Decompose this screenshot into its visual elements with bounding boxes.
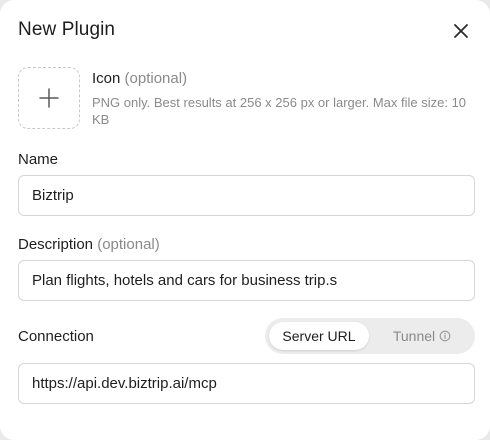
icon-optional-text: (optional) (124, 70, 188, 87)
server-url-tab-label: Server URL (282, 328, 356, 344)
tunnel-tab-label: Tunnel (392, 328, 436, 344)
connection-type-toggle: Server URL Tunnel (265, 318, 475, 354)
icon-label: Icon (optional) (92, 70, 187, 87)
server-url-input[interactable] (18, 363, 475, 404)
description-label: Description (optional) (18, 236, 160, 253)
icon-help-text: PNG only. Best results at 256 x 256 px o… (92, 95, 467, 127)
name-input[interactable] (18, 175, 475, 216)
tunnel-tab[interactable]: Tunnel (373, 322, 471, 350)
description-optional-text: (optional) (97, 236, 160, 253)
info-icon (439, 330, 451, 342)
description-label-text: Description (18, 236, 94, 253)
new-plugin-dialog: New Plugin Icon (optional) PNG only. Bes… (0, 0, 490, 440)
close-button[interactable] (450, 20, 472, 42)
plus-icon (39, 88, 59, 108)
server-url-tab[interactable]: Server URL (269, 322, 369, 350)
name-label: Name (18, 151, 59, 168)
dialog-title: New Plugin (18, 19, 116, 40)
icon-label-text: Icon (92, 70, 121, 87)
close-icon (454, 24, 468, 38)
description-input[interactable] (18, 260, 475, 301)
connection-label: Connection (18, 328, 94, 345)
icon-upload-button[interactable] (18, 67, 80, 129)
